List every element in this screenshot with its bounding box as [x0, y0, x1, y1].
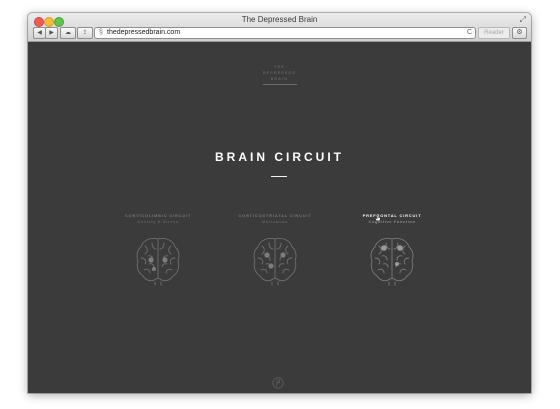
reader-button[interactable]: Reader	[478, 27, 510, 39]
share-button[interactable]: ⇪	[77, 27, 93, 39]
settings-button[interactable]: ⚙	[512, 27, 527, 39]
page-heading: BRAIN CIRCUIT	[215, 150, 344, 164]
circuit-subtitle: Motivation	[262, 219, 288, 224]
logo-line-3: BRAIN	[270, 77, 289, 81]
circuit-name: PREFRONTAL CIRCUIT	[362, 213, 422, 218]
brain-icon	[253, 237, 297, 286]
circuit-corticostriatal[interactable]: CORTICOSTRIATAL CIRCUIT Motivation	[215, 212, 335, 286]
fullscreen-icon[interactable]: ⤢	[520, 15, 526, 25]
site-logo[interactable]: THE DEPRESSED BRAIN	[28, 64, 531, 85]
back-arrow-icon: ◀	[37, 30, 42, 36]
gear-icon: ⚙	[516, 29, 523, 36]
brain-icon	[370, 237, 414, 286]
circuit-corticolimbic[interactable]: CORTICOLIMBIC CIRCUIT Anxiety & Stress	[98, 212, 218, 286]
forward-button[interactable]: ▶	[45, 27, 58, 39]
heading-divider	[271, 176, 287, 177]
logo-underline	[262, 84, 297, 85]
footer-logo-icon[interactable]	[272, 377, 284, 389]
window-title: The Depressed Brain	[241, 15, 318, 24]
circuit-prefrontal[interactable]: PREFRONTAL CIRCUIT Cognitive Function	[332, 212, 452, 286]
browser-window: The Depressed Brain ⤢ ◀ ▶ ☁ ⇪ § thedepre…	[28, 13, 531, 393]
share-icon: ⇪	[82, 30, 88, 36]
page-content: THE DEPRESSED BRAIN BRAIN CIRCUIT CORTIC…	[28, 42, 531, 393]
title-bar: The Depressed Brain ⤢ ◀ ▶ ☁ ⇪ § thedepre…	[28, 13, 531, 42]
circuit-name: CORTICOSTRIATAL CIRCUIT	[238, 213, 312, 218]
address-bar[interactable]: § thedepressedbrain.com C	[94, 27, 476, 39]
cloud-icon: ☁	[65, 30, 71, 36]
circuit-name: CORTICOLIMBIC CIRCUIT	[124, 213, 192, 218]
circuit-subtitle: Cognitive Function	[368, 219, 416, 224]
mouse-cursor-icon	[375, 215, 381, 221]
icloud-tabs-button[interactable]: ☁	[60, 27, 76, 39]
brain-icon	[136, 237, 180, 286]
site-favicon-icon: §	[99, 29, 103, 36]
forward-arrow-icon: ▶	[49, 30, 54, 36]
url-text[interactable]: thedepressedbrain.com	[107, 28, 180, 38]
reload-icon[interactable]: C	[467, 28, 472, 38]
circuit-subtitle: Anxiety & Stress	[137, 219, 179, 224]
